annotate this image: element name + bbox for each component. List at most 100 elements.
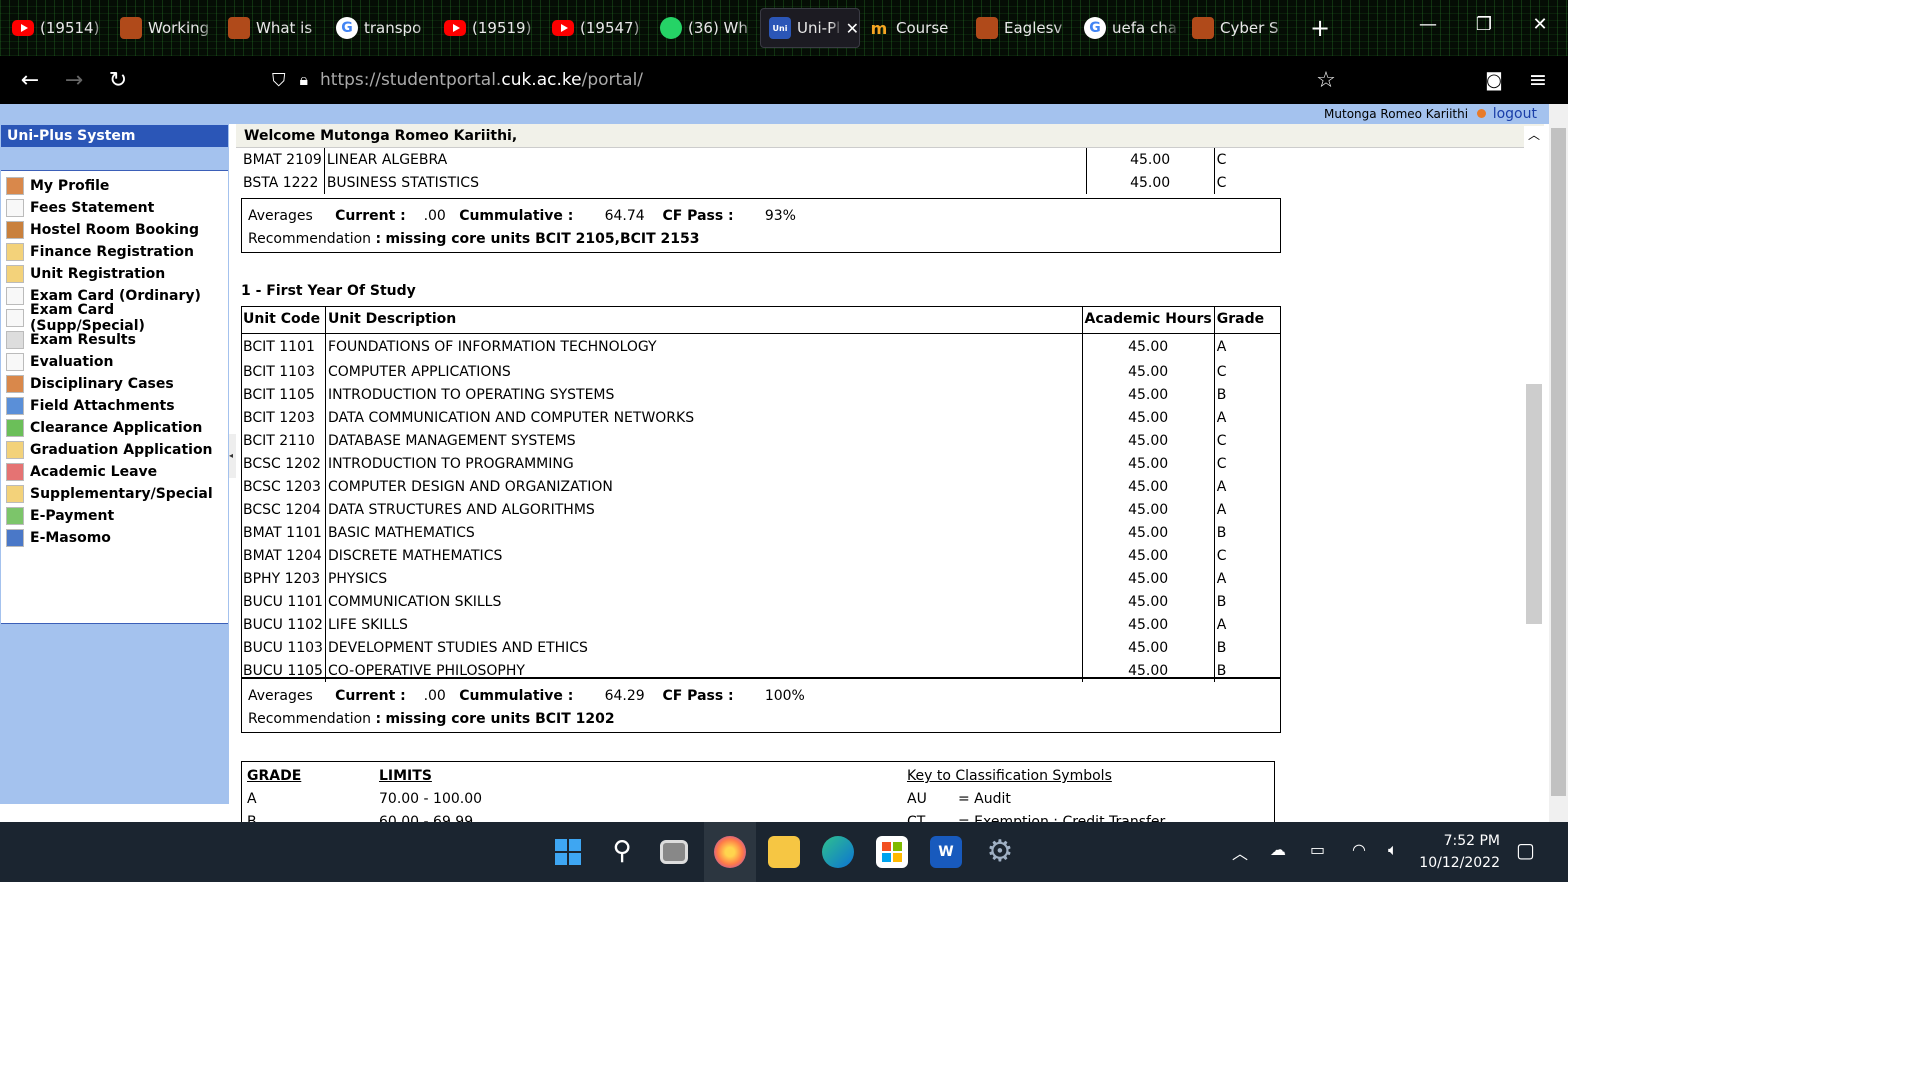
sidebar-item-exam-card-supp-special[interactable]: Exam Card (Supp/Special) (1, 302, 228, 334)
sidebar-item-evaluation[interactable]: Evaluation (1, 351, 228, 373)
academic-hours: 45.00 (1082, 383, 1215, 406)
tab-4[interactable]: (19519) (436, 8, 544, 48)
table-row: BCSC 1204 DATA STRUCTURES AND ALGORITHMS 4… (241, 498, 1281, 521)
edge-icon[interactable] (822, 836, 854, 868)
tab-10[interactable]: Guefa cha (1076, 8, 1184, 48)
restore-icon[interactable]: ❐ (1456, 14, 1512, 35)
pocket-icon[interactable]: ◙ (1472, 70, 1516, 91)
notification-icon[interactable]: ▢ (1516, 838, 1535, 862)
unit-description: COMPUTER DESIGN AND ORGANIZATION (325, 475, 1083, 498)
tab-3[interactable]: Gtranspo (328, 8, 436, 48)
grade: B (1216, 639, 1227, 656)
windows-start-icon[interactable] (552, 836, 584, 868)
edit-icon (6, 485, 24, 503)
sidebar-collapse-handle[interactable]: ◂ (229, 434, 236, 478)
reload-icon[interactable]: ↻ (96, 68, 140, 93)
google-icon: G (1084, 17, 1106, 39)
academic-hours: 45.00 (1082, 475, 1215, 498)
forward-icon[interactable]: → (52, 68, 96, 93)
unit-description: DATA STRUCTURES AND ALGORITHMS (325, 498, 1083, 521)
new-tab-icon[interactable]: + (1292, 14, 1348, 42)
sidebar-item-fees-statement[interactable]: Fees Statement (1, 197, 228, 219)
tab-9[interactable]: Eaglesv (968, 8, 1076, 48)
unit-description: LINEAR ALGEBRA (324, 148, 1087, 171)
word-icon[interactable]: W (930, 836, 962, 868)
lock-icon[interactable]: 🔒︎ (300, 70, 309, 90)
document-icon (6, 199, 24, 217)
task-view-icon[interactable] (660, 840, 688, 864)
sidebar-item-finance-registration[interactable]: Finance Registration (1, 241, 228, 263)
sidebar-item-clearance-application[interactable]: Clearance Application (1, 417, 228, 439)
tab-6[interactable]: (36) Wh (652, 8, 760, 48)
tab-1[interactable]: Working (112, 8, 220, 48)
tab-5[interactable]: (19547) (544, 8, 652, 48)
unit-description: DISCRETE MATHEMATICS (325, 544, 1083, 567)
table-row: BUCU 1102 LIFE SKILLS 45.00 A (241, 613, 1281, 636)
logout-link[interactable]: logout (1493, 106, 1537, 122)
page-scrollbar-thumb[interactable] (1551, 128, 1566, 796)
unit-code: BCIT 1101 (241, 333, 326, 360)
back-icon[interactable]: ← (8, 68, 52, 93)
academic-hours: 45.00 (1082, 429, 1215, 452)
sidebar-menu: My Profile Fees Statement Hostel Room Book… (1, 170, 228, 624)
youtube-icon (552, 20, 574, 36)
table-row: BPHY 1203 PHYSICS 45.00 A (241, 567, 1281, 590)
sidebar-item-label: Finance Registration (30, 244, 194, 260)
academic-hours: 45.00 (1086, 148, 1215, 171)
close-tab-icon[interactable]: ✕ (846, 19, 859, 38)
academic-hours: 45.00 (1086, 171, 1215, 194)
unit-description: BUSINESS STATISTICS (324, 171, 1087, 194)
sidebar-item-my-profile[interactable]: My Profile (1, 175, 228, 197)
sidebar-item-e-masomo[interactable]: E-Masomo (1, 527, 228, 549)
chevron-up-icon[interactable]: ︿ (1232, 840, 1248, 864)
document-icon (6, 309, 24, 327)
tab-2[interactable]: What is (220, 8, 328, 48)
sidebar-item-e-payment[interactable]: E-Payment (1, 505, 228, 527)
google-icon: G (336, 17, 358, 39)
academic-hours: 45.00 (1082, 590, 1215, 613)
volume-icon[interactable]: 🔈︎ (1388, 840, 1398, 860)
clock[interactable]: 7:52 PM 10/12/2022 (1419, 830, 1500, 874)
tab-label: (36) Wh (688, 19, 748, 37)
sidebar-item-academic-leave[interactable]: Academic Leave (1, 461, 228, 483)
sidebar-item-field-attachments[interactable]: Field Attachments (1, 395, 228, 417)
wifi-icon[interactable]: ◠ (1352, 840, 1366, 859)
battery-icon[interactable]: ▭ (1310, 840, 1325, 859)
grade: B (1216, 593, 1227, 610)
money-icon (6, 507, 24, 525)
tab-0[interactable]: (19514) (4, 8, 112, 48)
sidebar-item-label: Clearance Application (30, 420, 203, 436)
close-window-icon[interactable]: ✕ (1512, 14, 1568, 35)
sidebar-item-supplementary-special[interactable]: Supplementary/Special (1, 483, 228, 505)
check-icon (6, 419, 24, 437)
bookmark-star-icon[interactable]: ☆ (1304, 68, 1348, 93)
tab-11[interactable]: Cyber S (1184, 8, 1292, 48)
sidebar-item-label: Academic Leave (30, 464, 158, 480)
inner-scrollbar-thumb[interactable] (1526, 384, 1542, 624)
sidebar-item-label: Exam Card (Supp/Special) (30, 302, 145, 334)
tab-8[interactable]: m Course (860, 8, 968, 48)
store-icon[interactable] (876, 836, 908, 868)
youtube-icon (444, 20, 466, 36)
unit-code: BMAT 2109 (241, 148, 325, 171)
sidebar-item-label: E-Payment (30, 508, 115, 524)
sidebar-item-hostel-room-booking[interactable]: Hostel Room Booking (1, 219, 228, 241)
sidebar-item-disciplinary-cases[interactable]: Disciplinary Cases (1, 373, 228, 395)
file-explorer-icon[interactable] (768, 836, 800, 868)
sidebar-item-unit-registration[interactable]: Unit Registration (1, 263, 228, 285)
onedrive-icon[interactable]: ☁ (1270, 840, 1286, 859)
sidebar-item-label: Exam Results (30, 332, 136, 348)
menu-icon[interactable]: ≡ (1516, 68, 1560, 93)
tab-7[interactable]: Uni Uni-Pl ✕ (760, 8, 860, 48)
minimize-icon[interactable]: — (1400, 14, 1456, 35)
academic-hours: 45.00 (1082, 613, 1215, 636)
settings-icon[interactable]: ⚙ (984, 836, 1016, 868)
sidebar-item-graduation-application[interactable]: Graduation Application (1, 439, 228, 461)
shield-icon[interactable]: ⛉ (272, 70, 286, 91)
address-bar[interactable]: ⛉ 🔒︎ https://studentportal. cuk.ac.ke/por… (272, 62, 643, 98)
web-page: Mutonga Romeo Kariithi logout Uni-Plus S… (0, 104, 1549, 822)
search-icon[interactable]: ⚲ (606, 836, 638, 868)
unit-code: BUCU 1101 (241, 590, 326, 613)
academic-hours: 45.00 (1082, 521, 1215, 544)
table-row: BMAT 1101 BASIC MATHEMATICS 45.00 B (241, 521, 1281, 544)
